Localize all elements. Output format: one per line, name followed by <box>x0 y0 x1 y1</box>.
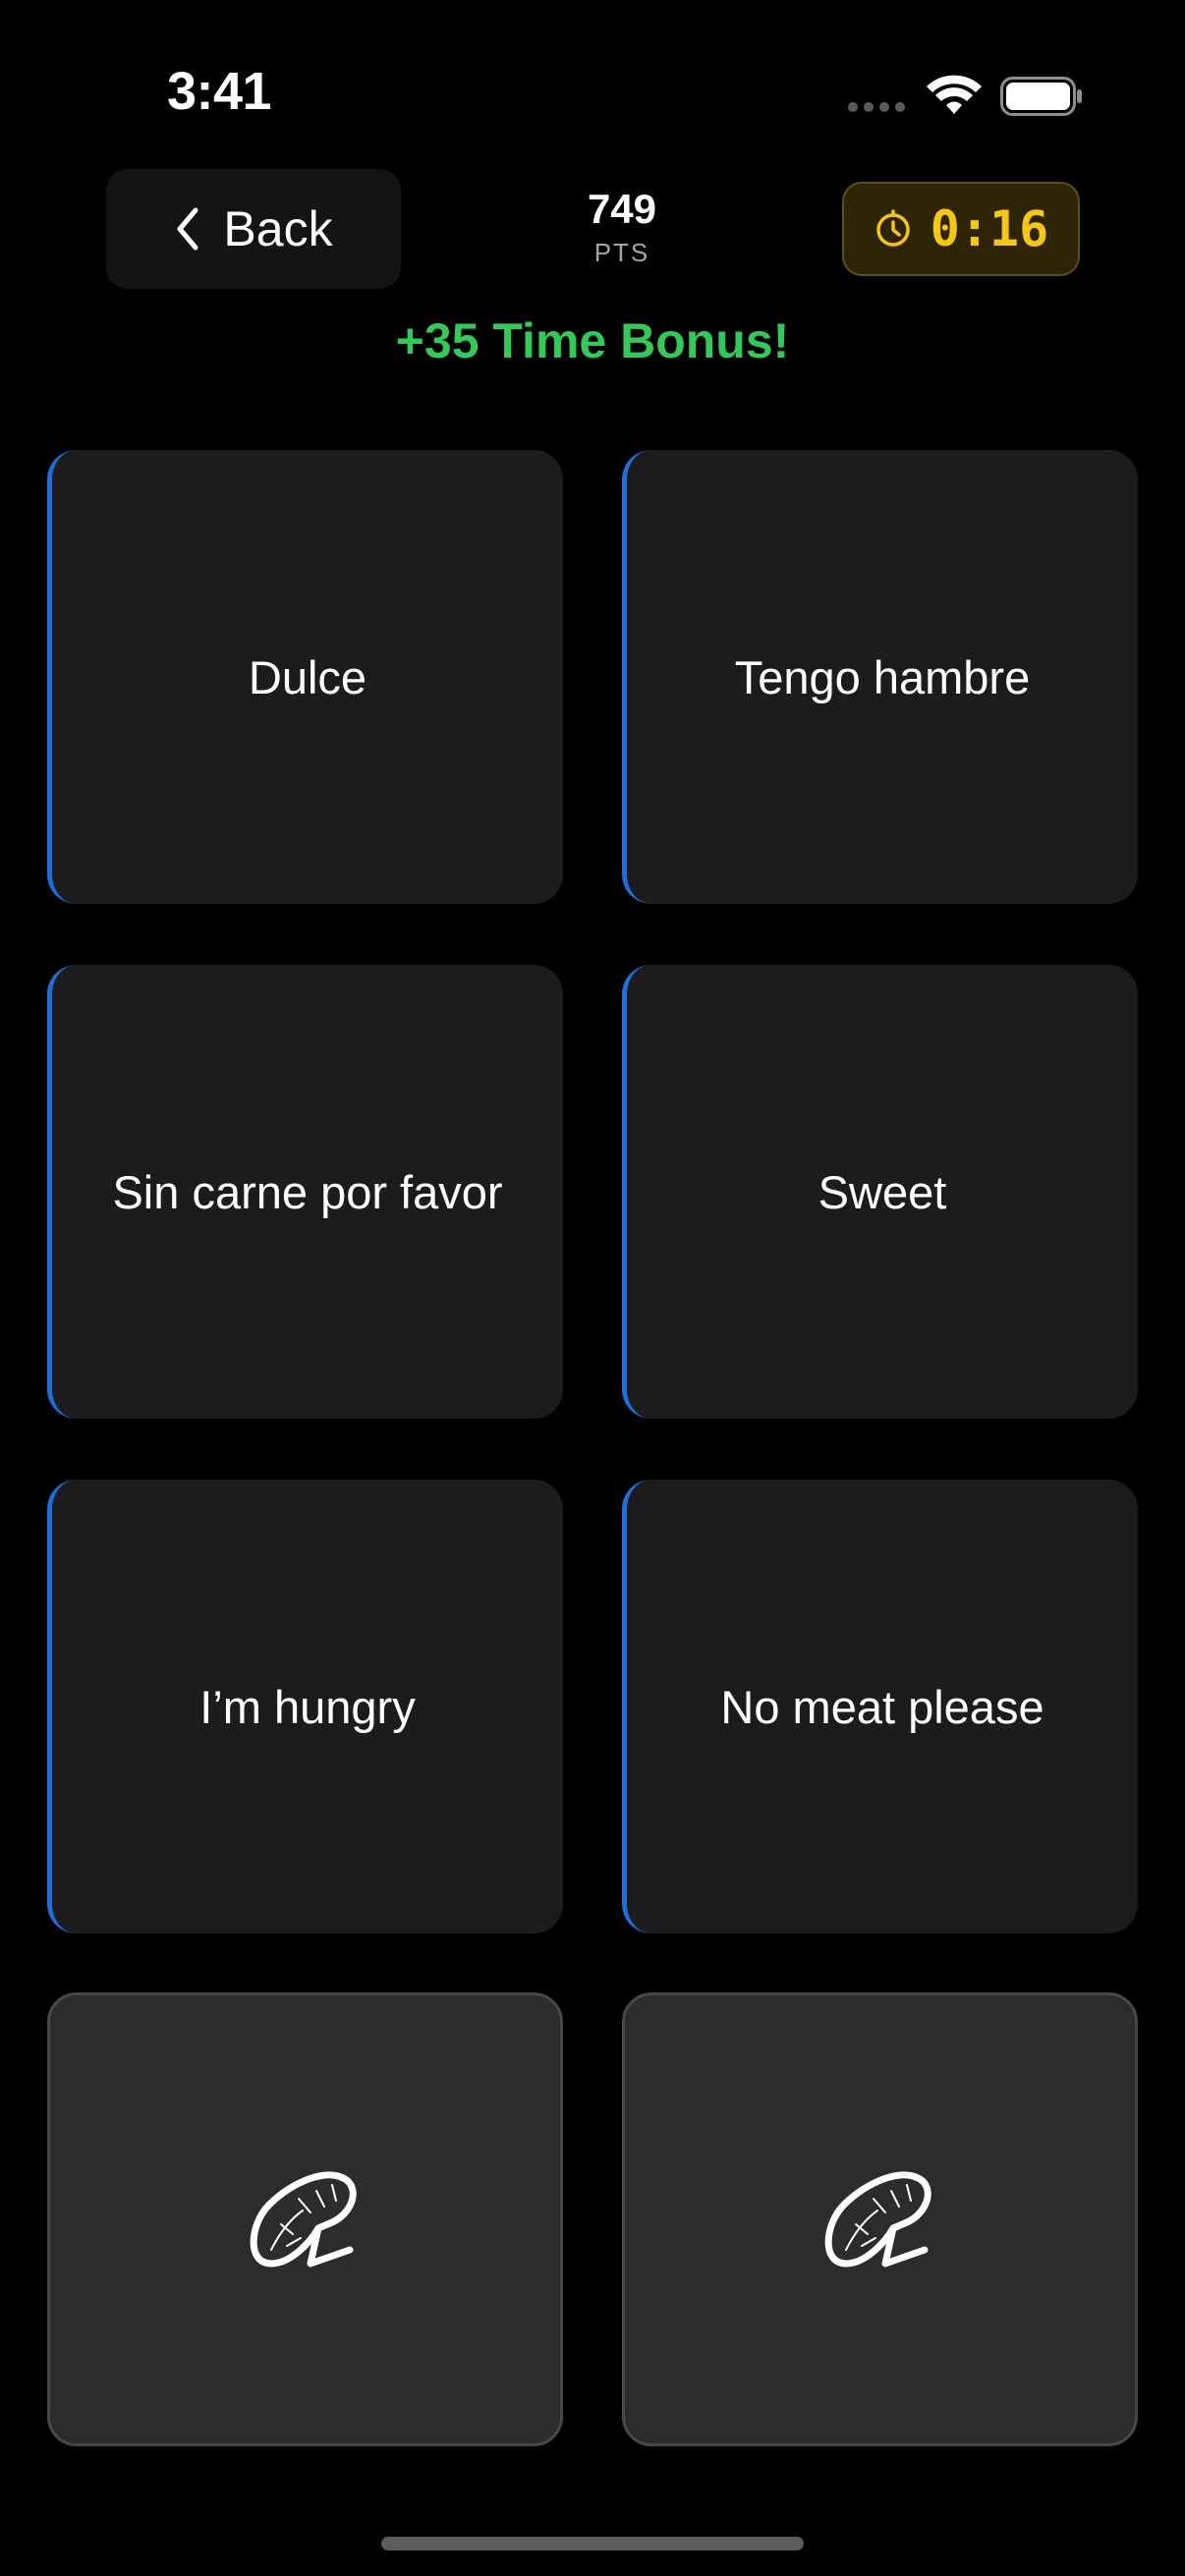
match-game-screen: 3:41 Back 749 PTS 0:16 +35 Time Bonus! D… <box>0 0 1185 2576</box>
score-display: 749 PTS <box>524 185 720 268</box>
hidden-card[interactable] <box>47 1992 563 2446</box>
card-text: Sin carne por favor <box>112 1165 503 1218</box>
logo-icon <box>824 2171 931 2268</box>
time-bonus-text: +35 Time Bonus! <box>395 313 790 368</box>
back-button[interactable]: Back <box>106 169 401 289</box>
card-text: Dulce <box>248 650 367 703</box>
status-time: 3:41 <box>167 62 272 121</box>
hidden-card[interactable] <box>622 1992 1138 2446</box>
timer-text: 0:16 <box>930 200 1049 257</box>
match-card[interactable]: Tengo hambre <box>622 450 1138 904</box>
back-label: Back <box>223 201 333 256</box>
match-card[interactable]: No meat please <box>622 1480 1138 1933</box>
home-indicator[interactable] <box>381 2537 804 2550</box>
battery-icon <box>1000 77 1082 116</box>
score-value: 749 <box>587 186 657 232</box>
score-unit: PTS <box>593 238 650 267</box>
wifi-icon <box>927 75 982 114</box>
card-text: Tengo hambre <box>734 650 1031 703</box>
match-card[interactable]: Dulce <box>47 450 563 904</box>
card-text: Sweet <box>818 1165 947 1218</box>
match-card[interactable]: Sin carne por favor <box>47 965 563 1419</box>
cellular-signal-icon <box>848 102 905 112</box>
card-text: No meat please <box>720 1680 1044 1733</box>
chevron-left-icon <box>177 207 198 251</box>
logo-icon <box>250 2171 357 2268</box>
timer-badge: 0:16 <box>842 182 1080 276</box>
card-text: I’m hungry <box>199 1680 416 1733</box>
match-card[interactable]: I’m hungry <box>47 1480 563 1933</box>
match-card[interactable]: Sweet <box>622 965 1138 1419</box>
timer-icon <box>876 209 910 247</box>
